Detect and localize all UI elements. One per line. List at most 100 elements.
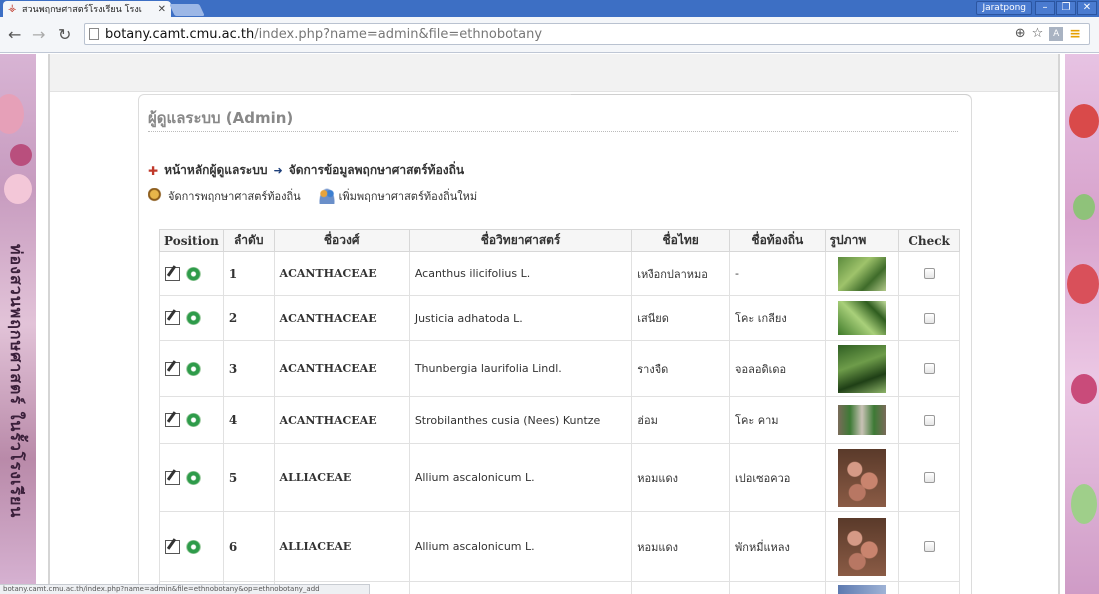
header-strip [50, 54, 1058, 92]
row-number: 6 [222, 511, 275, 582]
thai-name: เสนียด [631, 295, 731, 341]
row-checkbox[interactable] [923, 414, 935, 426]
chrome-menu-icon[interactable]: ≡ [1069, 26, 1081, 42]
new-tab-button[interactable] [169, 4, 205, 16]
edit-icon[interactable] [165, 311, 180, 325]
minimize-icon[interactable]: – [1035, 1, 1055, 15]
table-row: 4 ACANTHACEAE Strobilanthes cusia (Nees)… [159, 396, 960, 444]
browser-toolbar: ← → ↻ botany.camt.cmu.ac.th/index.php?na… [0, 17, 1099, 53]
plant-thumbnail[interactable] [837, 344, 886, 393]
view-icon[interactable] [186, 470, 201, 485]
thai-name: หอมแดง [631, 511, 731, 582]
local-name: จอลอดิเดอ [729, 340, 826, 397]
status-bar-url: botany.camt.cmu.ac.th/index.php?name=adm… [0, 584, 370, 594]
local-name: เปอเซอควอ [729, 443, 826, 512]
add-users-icon [318, 188, 335, 204]
side-banner-text: ท่องสวนพฤกษศาสตร์ ในรั้วโรงเรียน [7, 244, 26, 519]
browser-tab[interactable]: ⚶ สวนพฤกษศาสตร์โรงเรียน โรงเ ✕ [3, 1, 171, 17]
thai-name: เหงือกปลาหมอ [631, 251, 731, 296]
add-ethnobotany-link[interactable]: เพิ่มพฤกษาศาสตร์ท้องถิ่นใหม่ [339, 187, 477, 205]
plant-thumbnail[interactable] [837, 584, 886, 594]
close-tab-icon[interactable]: ✕ [158, 4, 166, 15]
back-arrow-icon[interactable]: ← [8, 25, 21, 44]
edit-icon[interactable] [165, 266, 180, 281]
window-controls: – ❐ ✕ [1035, 1, 1097, 15]
view-icon[interactable] [186, 539, 201, 554]
forward-arrow-icon[interactable]: → [32, 25, 45, 44]
content-frame-right [1058, 54, 1060, 594]
row-number: 5 [222, 443, 275, 512]
plus-icon: ✚ [148, 163, 159, 178]
family-name: ACANTHACEAE [273, 396, 410, 444]
col-family: ชื่อวงศ์ [273, 229, 410, 252]
view-icon[interactable] [186, 311, 201, 325]
plant-thumbnail[interactable] [837, 256, 886, 291]
col-image: รูปภาพ [824, 229, 900, 252]
edit-icon[interactable] [165, 539, 180, 554]
page-viewport: ท่องสวนพฤกษศาสตร์ ในรั้วโรงเรียน ผู้ดูแล… [0, 54, 1099, 594]
favicon-icon: ⚶ [8, 3, 17, 14]
row-checkbox[interactable] [923, 312, 935, 324]
view-icon[interactable] [186, 266, 201, 281]
breadcrumb: ✚ หน้าหลักผู้ดูแลระบบ ➜ จัดการข้อมูลพฤกษ… [148, 161, 464, 180]
restore-icon[interactable]: ❐ [1056, 1, 1076, 15]
breadcrumb-home[interactable]: หน้าหลักผู้ดูแลระบบ [164, 161, 267, 180]
plant-thumbnail[interactable] [837, 405, 886, 435]
local-name: พักหมี่แหลง [729, 511, 826, 582]
col-local-name: ชื่อท้องถิ่น [729, 229, 826, 252]
reload-icon[interactable]: ↻ [58, 25, 71, 44]
row-checkbox[interactable] [923, 472, 935, 483]
col-order: ลำดับ [222, 229, 275, 252]
col-scientific-name: ชื่อวิทยาศาสตร์ [408, 229, 633, 252]
plant-thumbnail[interactable] [837, 517, 886, 576]
table-row: 5 ALLIACEAE Allium ascalonicum L. หอมแดง… [159, 443, 960, 512]
row-number: 4 [222, 396, 275, 444]
table-row: 6 ALLIACEAE Allium ascalonicum L. หอมแดง… [159, 511, 960, 582]
family-name: ACANTHACEAE [273, 295, 410, 341]
omnibox-actions: ⊕ ☆ A ≡ [1015, 26, 1081, 42]
plant-thumbnail[interactable] [837, 448, 886, 507]
manage-gear-icon [148, 188, 164, 204]
scientific-name: Strobilanthes cusia (Nees) Kuntze [408, 396, 633, 444]
content-frame-left [48, 54, 50, 594]
col-thai-name: ชื่อไทย [631, 229, 731, 252]
table-header-row: Position ลำดับ ชื่อวงศ์ ชื่อวิทยาศาสตร์ … [159, 229, 960, 252]
zoom-icon[interactable]: ⊕ [1015, 26, 1026, 42]
family-name: ACANTHACEAE [273, 251, 410, 296]
local-name: - [729, 251, 826, 296]
family-name: ACANTHACEAE [273, 340, 410, 397]
panel-tab-edge [571, 94, 971, 100]
extension-icon[interactable]: A [1049, 27, 1064, 41]
url-path: /index.php?name=admin&file=ethnobotany [254, 26, 543, 42]
close-window-icon[interactable]: ✕ [1077, 1, 1097, 15]
edit-icon[interactable] [165, 470, 180, 485]
row-number: 3 [222, 340, 275, 397]
page-icon [89, 28, 99, 40]
plant-thumbnail[interactable] [837, 301, 886, 335]
row-checkbox[interactable] [923, 363, 935, 374]
profile-button[interactable]: Jaratpong [976, 1, 1032, 15]
scientific-name: Thunbergia laurifolia Lindl. [408, 340, 633, 397]
edit-icon[interactable] [165, 361, 180, 376]
thai-name: รางจืด [631, 340, 731, 397]
admin-panel: ผู้ดูแลระบบ (Admin) ✚ หน้าหลักผู้ดูแลระบ… [138, 94, 972, 594]
scientific-name: Allium ascalonicum L. [408, 443, 633, 512]
breadcrumb-current[interactable]: จัดการข้อมูลพฤกษาศาสตร์ท้องถิ่น [289, 161, 464, 180]
edit-icon[interactable] [165, 413, 180, 427]
row-checkbox[interactable] [923, 268, 935, 279]
url-host: botany.camt.cmu.ac.th [105, 26, 255, 42]
col-check: Check [898, 229, 960, 252]
col-position: Position [159, 229, 224, 252]
bookmark-star-icon[interactable]: ☆ [1032, 26, 1044, 42]
address-bar[interactable]: botany.camt.cmu.ac.th/index.php?name=adm… [84, 23, 1090, 45]
table-row: 3 ACANTHACEAE Thunbergia laurifolia Lind… [159, 340, 960, 397]
right-floral-banner [1065, 54, 1099, 594]
row-checkbox[interactable] [923, 541, 935, 552]
family-name: ALLIACEAE [273, 443, 410, 512]
view-icon[interactable] [186, 413, 201, 427]
title-divider [148, 131, 958, 132]
thai-name: หอมแดง [631, 443, 731, 512]
local-name: โคะ เกลียง [729, 295, 826, 341]
manage-ethnobotany-link[interactable]: จัดการพฤกษาศาสตร์ท้องถิ่น [168, 187, 301, 205]
view-icon[interactable] [186, 361, 201, 376]
